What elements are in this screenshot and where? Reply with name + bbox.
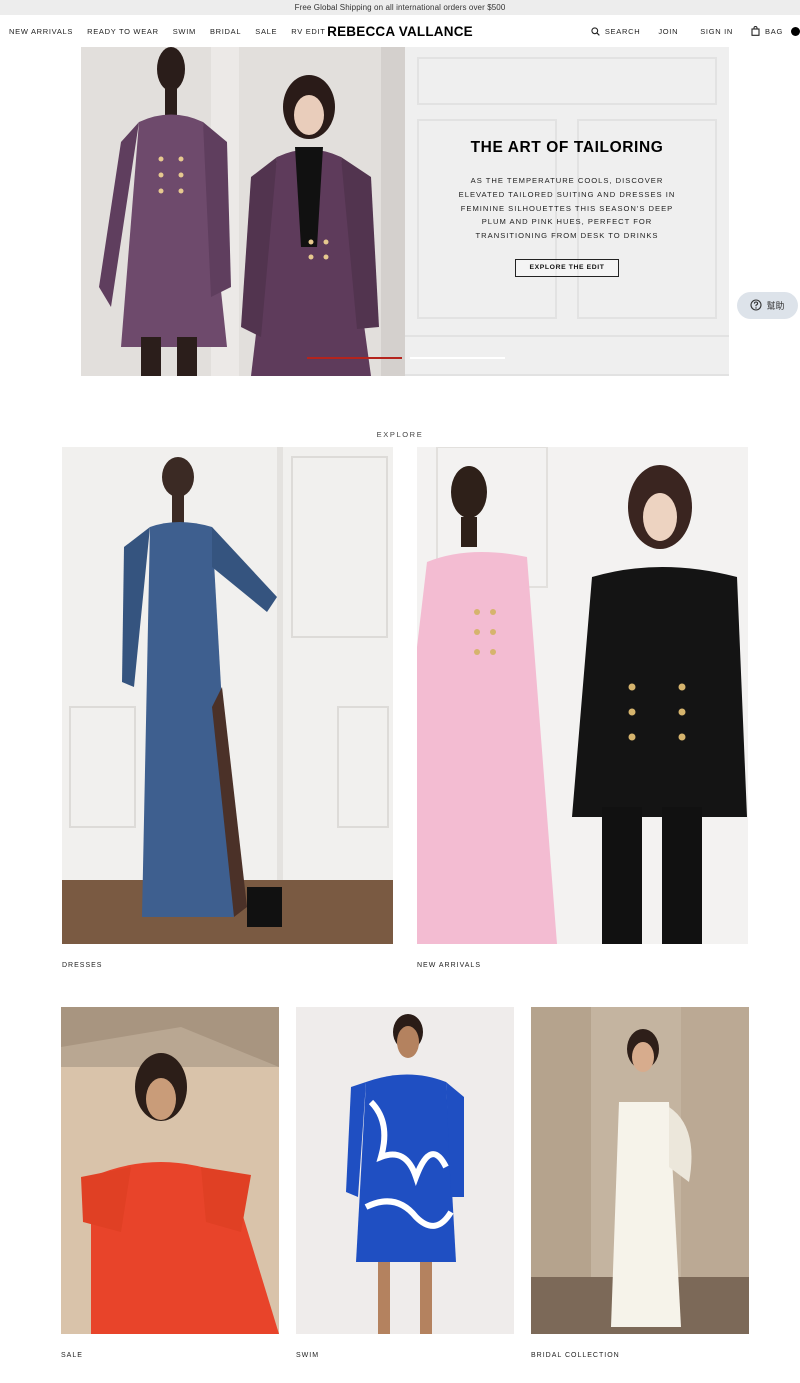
- sale-image: [61, 1007, 279, 1334]
- tile-new-arrivals[interactable]: [417, 447, 748, 944]
- bag-count-badge: [791, 27, 800, 36]
- dresses-image: [62, 447, 393, 944]
- bag-button[interactable]: BAG: [751, 23, 800, 41]
- nav-rv-edit[interactable]: RV EDIT: [291, 27, 325, 36]
- bag-label: BAG: [765, 27, 783, 36]
- search-label: SEARCH: [604, 27, 641, 36]
- tile-sale[interactable]: [61, 1007, 279, 1334]
- search-button[interactable]: SEARCH: [591, 23, 640, 41]
- new-arrivals-image: [417, 447, 748, 944]
- hero-pagination: [307, 357, 505, 359]
- tile-dresses[interactable]: [62, 447, 393, 944]
- nav-bridal[interactable]: BRIDAL: [210, 27, 241, 36]
- hero-image: [81, 47, 405, 376]
- nav-new-arrivals[interactable]: NEW ARRIVALS: [9, 27, 73, 36]
- tile-swim[interactable]: [296, 1007, 514, 1334]
- announcement-text: Free Global Shipping on all internationa…: [294, 3, 506, 12]
- sign-in-label: SIGN IN: [700, 27, 734, 36]
- announcement-bar: Free Global Shipping on all internationa…: [0, 0, 800, 15]
- sign-in-link[interactable]: SIGN IN: [700, 27, 733, 36]
- hero-models-illustration: [81, 47, 405, 376]
- tile-label-bridal-collection[interactable]: BRIDAL COLLECTION: [531, 1352, 620, 1359]
- hero-content: THE ART OF TAILORING AS THE TEMPERATURE …: [405, 47, 729, 376]
- join-link[interactable]: JOIN: [658, 27, 678, 36]
- bridal-image: [531, 1007, 749, 1334]
- site-header: REBECCA VALLANCE NEW ARRIVALS READY TO W…: [0, 15, 800, 48]
- hero-dot-2[interactable]: [410, 357, 505, 359]
- primary-nav: NEW ARRIVALS READY TO WEAR SWIM BRIDAL S…: [9, 15, 326, 48]
- hero-description: AS THE TEMPERATURE COOLS, DISCOVER ELEVA…: [458, 176, 676, 241]
- hero-title: THE ART OF TAILORING: [470, 139, 664, 156]
- tile-label-sale[interactable]: SALE: [61, 1352, 83, 1359]
- site-logo[interactable]: REBECCA VALLANCE: [327, 24, 473, 39]
- search-icon: [591, 23, 600, 41]
- tile-bridal-collection[interactable]: [531, 1007, 749, 1334]
- join-label: JOIN: [658, 27, 679, 36]
- tile-label-new-arrivals[interactable]: NEW ARRIVALS: [417, 962, 481, 969]
- utility-nav: SEARCH JOIN SIGN IN BAG: [591, 15, 800, 48]
- hero-banner[interactable]: THE ART OF TAILORING AS THE TEMPERATURE …: [81, 47, 729, 376]
- bag-icon: [751, 23, 760, 41]
- hero-dot-1[interactable]: [307, 357, 402, 359]
- nav-sale[interactable]: SALE: [255, 27, 277, 36]
- swim-image: [296, 1007, 514, 1334]
- explore-heading: EXPLORE: [376, 430, 424, 439]
- tile-label-dresses[interactable]: DRESSES: [62, 962, 102, 969]
- nav-ready-to-wear[interactable]: READY TO WEAR: [87, 27, 159, 36]
- tile-label-swim[interactable]: SWIM: [296, 1352, 319, 1359]
- question-icon: [750, 298, 763, 313]
- nav-swim[interactable]: SWIM: [173, 27, 196, 36]
- explore-the-edit-button[interactable]: EXPLORE THE EDIT: [515, 259, 619, 277]
- help-button[interactable]: 幫助: [737, 292, 798, 319]
- help-label: 幫助: [766, 301, 785, 311]
